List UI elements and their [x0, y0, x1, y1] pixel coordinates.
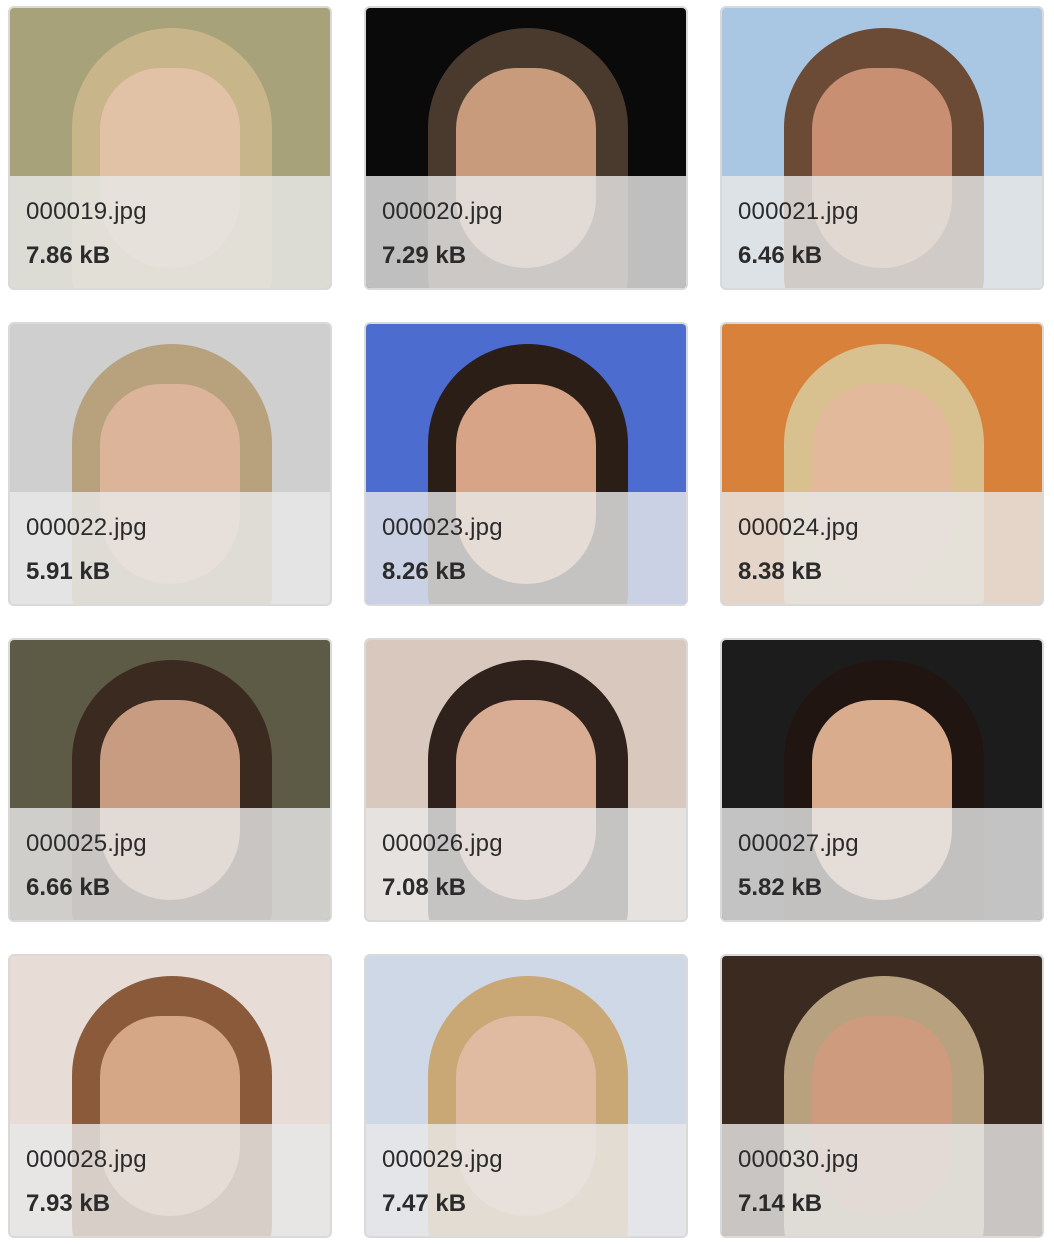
file-name: 000022.jpg: [26, 514, 147, 541]
file-card[interactable]: 000030.jpg 7.14 kB: [720, 954, 1044, 1238]
file-name: 000020.jpg: [382, 198, 503, 225]
caption-overlay: [366, 492, 686, 604]
caption-overlay: [722, 1124, 1042, 1236]
caption-overlay: [10, 492, 330, 604]
caption-overlay: [10, 808, 330, 920]
caption-overlay: [366, 176, 686, 288]
file-name: 000027.jpg: [738, 830, 859, 857]
file-size: 7.14 kB: [738, 1190, 823, 1217]
file-name: 000019.jpg: [26, 198, 147, 225]
file-card[interactable]: 000028.jpg 7.93 kB: [8, 954, 332, 1238]
file-size: 7.47 kB: [382, 1190, 467, 1217]
file-card[interactable]: 000029.jpg 7.47 kB: [364, 954, 688, 1238]
file-size: 8.38 kB: [738, 558, 823, 585]
file-name: 000024.jpg: [738, 514, 859, 541]
file-card[interactable]: 000027.jpg 5.82 kB: [720, 638, 1044, 922]
file-name: 000028.jpg: [26, 1146, 147, 1173]
file-name: 000030.jpg: [738, 1146, 859, 1173]
file-name: 000029.jpg: [382, 1146, 503, 1173]
file-size: 8.26 kB: [382, 558, 467, 585]
file-card[interactable]: 000026.jpg 7.08 kB: [364, 638, 688, 922]
file-size: 7.93 kB: [26, 1190, 111, 1217]
file-grid: 000019.jpg 7.86 kB 000020.jpg 7.29 kB 000021…: [8, 6, 1044, 1238]
file-size: 5.91 kB: [26, 558, 111, 585]
file-size: 6.46 kB: [738, 242, 823, 269]
file-card[interactable]: 000019.jpg 7.86 kB: [8, 6, 332, 290]
caption-overlay: [722, 176, 1042, 288]
file-name: 000026.jpg: [382, 830, 503, 857]
file-size: 5.82 kB: [738, 874, 823, 901]
file-card[interactable]: 000024.jpg 8.38 kB: [720, 322, 1044, 606]
file-card[interactable]: 000025.jpg 6.66 kB: [8, 638, 332, 922]
caption-overlay: [10, 176, 330, 288]
file-name: 000023.jpg: [382, 514, 503, 541]
caption-overlay: [366, 1124, 686, 1236]
caption-overlay: [366, 808, 686, 920]
file-size: 7.29 kB: [382, 242, 467, 269]
file-size: 7.08 kB: [382, 874, 467, 901]
file-card[interactable]: 000022.jpg 5.91 kB: [8, 322, 332, 606]
file-card[interactable]: 000020.jpg 7.29 kB: [364, 6, 688, 290]
caption-overlay: [722, 808, 1042, 920]
caption-overlay: [10, 1124, 330, 1236]
file-size: 7.86 kB: [26, 242, 111, 269]
file-name: 000025.jpg: [26, 830, 147, 857]
file-card[interactable]: 000021.jpg 6.46 kB: [720, 6, 1044, 290]
file-card[interactable]: 000023.jpg 8.26 kB: [364, 322, 688, 606]
file-size: 6.66 kB: [26, 874, 111, 901]
caption-overlay: [722, 492, 1042, 604]
file-name: 000021.jpg: [738, 198, 859, 225]
